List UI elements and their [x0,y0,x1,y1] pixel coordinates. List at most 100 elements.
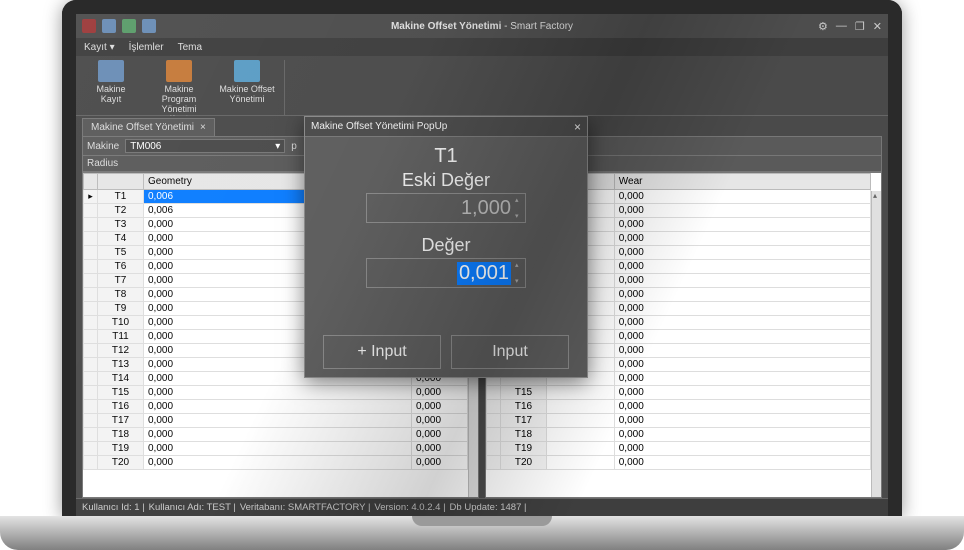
ribbon-btn-label: Makine OffsetYönetimi [219,84,274,104]
cell-wear[interactable]: 0,000 [412,414,468,428]
table-row[interactable]: T200,000 [487,456,871,470]
table-row[interactable]: T190,0000,000 [84,442,468,456]
cell-wear[interactable]: 0,000 [614,302,870,316]
table-row[interactable]: T180,000 [487,428,871,442]
tab-makine-offset[interactable]: Makine Offset Yönetimi × [82,118,215,136]
cell-wear[interactable]: 0,000 [412,400,468,414]
popup-old-value-box[interactable]: 1,000 ▴▾ [366,193,526,223]
cell-wear[interactable]: 0,000 [614,442,870,456]
popup-titlebar[interactable]: Makine Offset Yönetimi PopUp × [305,117,587,137]
cell-wear[interactable]: 0,000 [614,246,870,260]
row-header: T8 [98,288,144,302]
cell-geometry[interactable]: 0,000 [144,428,412,442]
table-row[interactable]: T170,0000,000 [84,414,468,428]
popup-new-value-box[interactable]: 0,001 ▴▾ [366,258,526,288]
scrollbar[interactable] [871,191,881,497]
machine-dropdown[interactable]: TM006 ▾ [125,139,285,153]
ribbon-btn-makine-offset[interactable]: Makine OffsetYönetimi [218,60,276,114]
row-indicator [84,218,98,232]
cell-wear[interactable]: 0,000 [614,204,870,218]
row-header: T1 [98,190,144,204]
cell-geometry[interactable]: 0,000 [144,400,412,414]
row-header: T16 [501,400,547,414]
ribbon-btn-makine-kayit[interactable]: MakineKayıt [82,60,140,114]
ribbon-tab-kayit[interactable]: Kayıt ▾ [84,42,115,53]
table-row[interactable]: T16 0,000 [487,400,871,414]
input-button[interactable]: Input [451,335,569,369]
cell-geometry[interactable]: 0,000 [144,442,412,456]
cell-wear[interactable]: 0,000 [412,456,468,470]
cell-wear[interactable]: 0,000 [614,288,870,302]
cell-wear[interactable]: 0,000 [614,218,870,232]
row-indicator [84,190,98,204]
cell-wear[interactable]: 0,000 [614,190,870,204]
cell-wear[interactable]: 0,000 [614,456,870,470]
ribbon: MakineKayıt Makine ProgramYönetimi Makin… [76,56,888,116]
ribbon-btn-label: Makine ProgramYönetimi [150,84,208,114]
cell-wear[interactable]: 0,000 [614,372,870,386]
cell-wear[interactable]: 0,000 [614,428,870,442]
row-header: T20 [98,456,144,470]
cell-wear[interactable]: 0,000 [614,330,870,344]
cell-wear[interactable]: 0,000 [614,274,870,288]
spinner-icon[interactable]: ▴▾ [515,261,523,285]
cell-blank [547,456,615,470]
row-indicator [84,428,98,442]
popup-title-text: Makine Offset Yönetimi PopUp [311,121,447,132]
table-row[interactable]: T150,000 [487,386,871,400]
row-header: T19 [98,442,144,456]
makine-program-icon [166,60,192,82]
ribbon-tab-islemler[interactable]: İşlemler [129,42,164,53]
row-indicator [487,400,501,414]
ribbon-tab-tema[interactable]: Tema [178,42,202,53]
popup-close-icon[interactable]: × [574,120,581,134]
row-indicator [487,428,501,442]
table-row[interactable]: T170,000 [487,414,871,428]
cell-wear[interactable]: 0,000 [614,260,870,274]
qat-icon-1[interactable] [102,19,116,33]
cell-geometry[interactable]: 0,000 [144,386,412,400]
qat-icon-3[interactable] [142,19,156,33]
plus-input-button[interactable]: + Input [323,335,441,369]
table-row[interactable]: T190,000 [487,442,871,456]
settings-icon[interactable]: ⚙ [818,20,828,33]
makine-offset-icon [234,60,260,82]
cell-wear[interactable]: 0,000 [614,400,870,414]
cell-wear[interactable]: 0,000 [614,232,870,246]
table-row[interactable]: T200,0000,000 [84,456,468,470]
cell-wear[interactable]: 0,000 [412,442,468,456]
cell-blank [547,428,615,442]
cell-wear[interactable]: 0,000 [614,386,870,400]
ribbon-btn-makine-program[interactable]: Makine ProgramYönetimi [150,60,208,114]
minimize-icon[interactable]: — [836,20,847,33]
chevron-down-icon: ▾ [275,141,280,152]
close-icon[interactable]: ✕ [873,20,882,33]
cell-wear[interactable]: 0,000 [412,386,468,400]
offset-popup: Makine Offset Yönetimi PopUp × T1 Eski D… [304,116,588,378]
cell-wear[interactable]: 0,000 [614,358,870,372]
makine-kayit-icon [98,60,124,82]
col-wear[interactable]: Wear [614,174,870,190]
table-row[interactable]: T160,0000,000 [84,400,468,414]
status-user-id: Kullanıcı Id: 1 | [82,502,145,513]
cell-wear[interactable]: 0,000 [412,428,468,442]
row-indicator [84,316,98,330]
qat-icon-2[interactable] [122,19,136,33]
row-indicator [84,232,98,246]
filter-p-button[interactable]: p [291,141,297,152]
tab-close-icon[interactable]: × [200,122,206,133]
cell-wear[interactable]: 0,000 [614,316,870,330]
maximize-icon[interactable]: ❐ [855,20,865,33]
row-header: T2 [98,204,144,218]
spinner-icon[interactable]: ▴▾ [515,196,523,220]
table-row[interactable]: T180,0000,000 [84,428,468,442]
cell-wear[interactable]: 0,000 [614,344,870,358]
row-indicator [84,204,98,218]
tab-label: Makine Offset Yönetimi [91,122,194,133]
cell-wear[interactable]: 0,000 [614,414,870,428]
table-row[interactable]: T150,0000,000 [84,386,468,400]
ribbon-tabs: Kayıt ▾ İşlemler Tema [76,38,888,56]
app-icon [82,19,96,33]
cell-geometry[interactable]: 0,000 [144,456,412,470]
cell-geometry[interactable]: 0,000 [144,414,412,428]
